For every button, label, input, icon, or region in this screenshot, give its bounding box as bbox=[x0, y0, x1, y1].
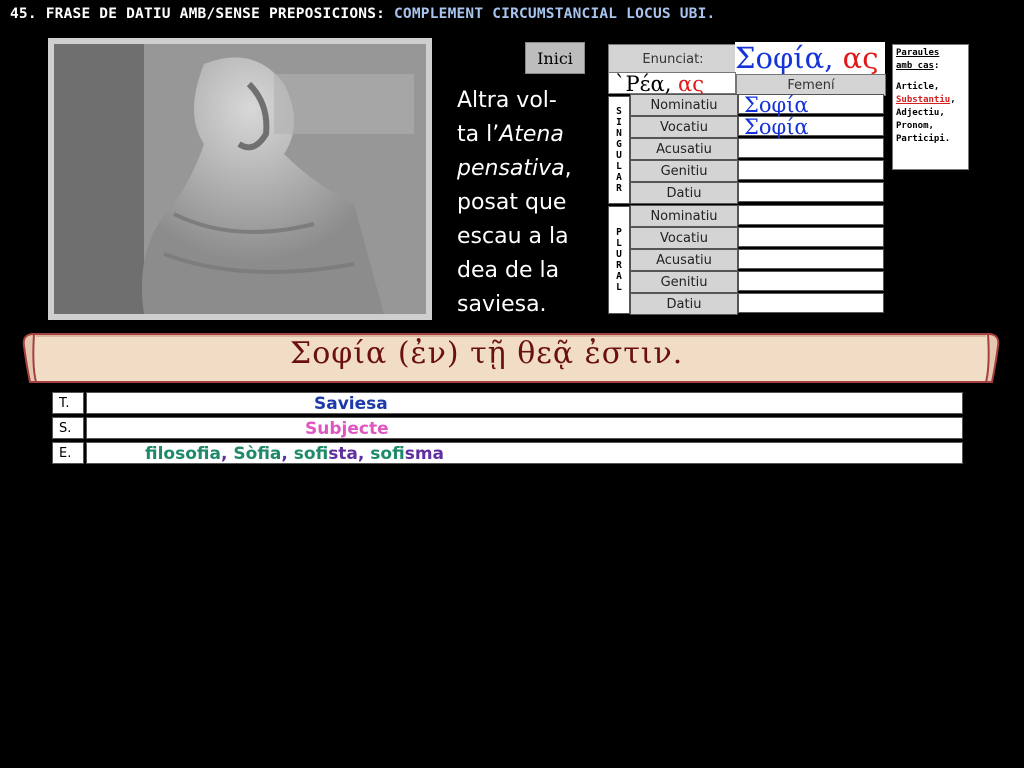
caption-line: posat que bbox=[457, 190, 567, 215]
slide-title: 45. FRASE DE DATIU AMB/SENSE PREPOSICION… bbox=[10, 6, 715, 22]
case-name: Vocatiu bbox=[630, 227, 738, 249]
case-row: Acusatiu bbox=[630, 138, 885, 160]
case-form-field[interactable] bbox=[738, 205, 884, 225]
title-accent: COMPLEMENT CIRCUMSTANCIAL LOCUS UBI. bbox=[393, 6, 716, 22]
athena-relief-image bbox=[48, 38, 432, 320]
case-row: Nominatiu Σοφία bbox=[630, 94, 885, 116]
enunciat-label: Enunciat: bbox=[608, 44, 738, 74]
case-name: Acusatiu bbox=[630, 249, 738, 271]
case-row: Genitiu bbox=[630, 160, 885, 182]
vocab-row-syntax: S. Subjecte bbox=[52, 417, 963, 441]
translation-value: Saviesa bbox=[86, 392, 963, 414]
case-row: Datiu bbox=[630, 293, 885, 315]
case-form-field[interactable] bbox=[738, 293, 884, 313]
case-form-field[interactable] bbox=[738, 249, 884, 269]
title-main: 45. FRASE DE DATIU AMB/SENSE PREPOSICION… bbox=[10, 6, 394, 22]
caption-line: pensativa, bbox=[457, 156, 572, 181]
case-name: Acusatiu bbox=[630, 138, 738, 160]
caption-text: Altra vol- ta l’Atena pensativa, posat q… bbox=[457, 84, 602, 322]
case-row: Nominatiu bbox=[630, 205, 885, 227]
caption-line: ta l’Atena bbox=[457, 122, 564, 147]
greek-sentence: Σοφία (ἐν) τῇ θεᾷ ἐστιν. bbox=[290, 336, 684, 371]
case-row: Acusatiu bbox=[630, 249, 885, 271]
case-row: Datiu bbox=[630, 182, 885, 204]
case-form-field[interactable] bbox=[738, 271, 884, 291]
caption-line: Altra vol- bbox=[457, 88, 557, 113]
athena-figure-graphic bbox=[54, 44, 426, 314]
case-name: Datiu bbox=[630, 182, 738, 204]
case-form-field[interactable] bbox=[738, 182, 884, 202]
paraules-box: Paraules amb cas: Article, Substantiu, A… bbox=[892, 44, 969, 170]
case-row: Vocatiu Σοφία bbox=[630, 116, 885, 138]
case-form-field[interactable]: Σοφία bbox=[738, 94, 884, 116]
plural-label: PLURAL bbox=[608, 206, 630, 314]
model-word: `Ρέα, ας bbox=[608, 72, 736, 95]
caption-line: dea de la bbox=[457, 258, 560, 283]
case-name: Genitiu bbox=[630, 271, 738, 293]
case-name: Nominatiu bbox=[630, 94, 738, 116]
inici-button[interactable]: Inici bbox=[525, 42, 585, 74]
vocab-row-etymology: E. filosofia, Sòfia, sofista, sofisma bbox=[52, 442, 963, 466]
case-form-field[interactable] bbox=[738, 138, 884, 158]
caption-line: saviesa. bbox=[457, 292, 547, 317]
case-form-field[interactable] bbox=[738, 227, 884, 247]
syntax-value: Subjecte bbox=[86, 417, 963, 439]
singular-label: SINGULAR bbox=[608, 96, 630, 204]
etymology-value: filosofia, Sòfia, sofista, sofisma bbox=[86, 442, 963, 464]
case-form-field[interactable]: Σοφία bbox=[738, 116, 884, 138]
case-name: Vocatiu bbox=[630, 116, 738, 138]
case-row: Vocatiu bbox=[630, 227, 885, 249]
caption-line: escau a la bbox=[457, 224, 569, 249]
case-name: Nominatiu bbox=[630, 205, 738, 227]
case-row: Genitiu bbox=[630, 271, 885, 293]
vocab-row-translation: T. Saviesa bbox=[52, 392, 963, 416]
enunciat-word: Σοφία, ας bbox=[735, 42, 885, 74]
case-form-field[interactable] bbox=[738, 160, 884, 180]
case-name: Datiu bbox=[630, 293, 738, 315]
vocab-table: T. Saviesa S. Subjecte E. filosofia, Sòf… bbox=[52, 392, 963, 467]
case-name: Genitiu bbox=[630, 160, 738, 182]
